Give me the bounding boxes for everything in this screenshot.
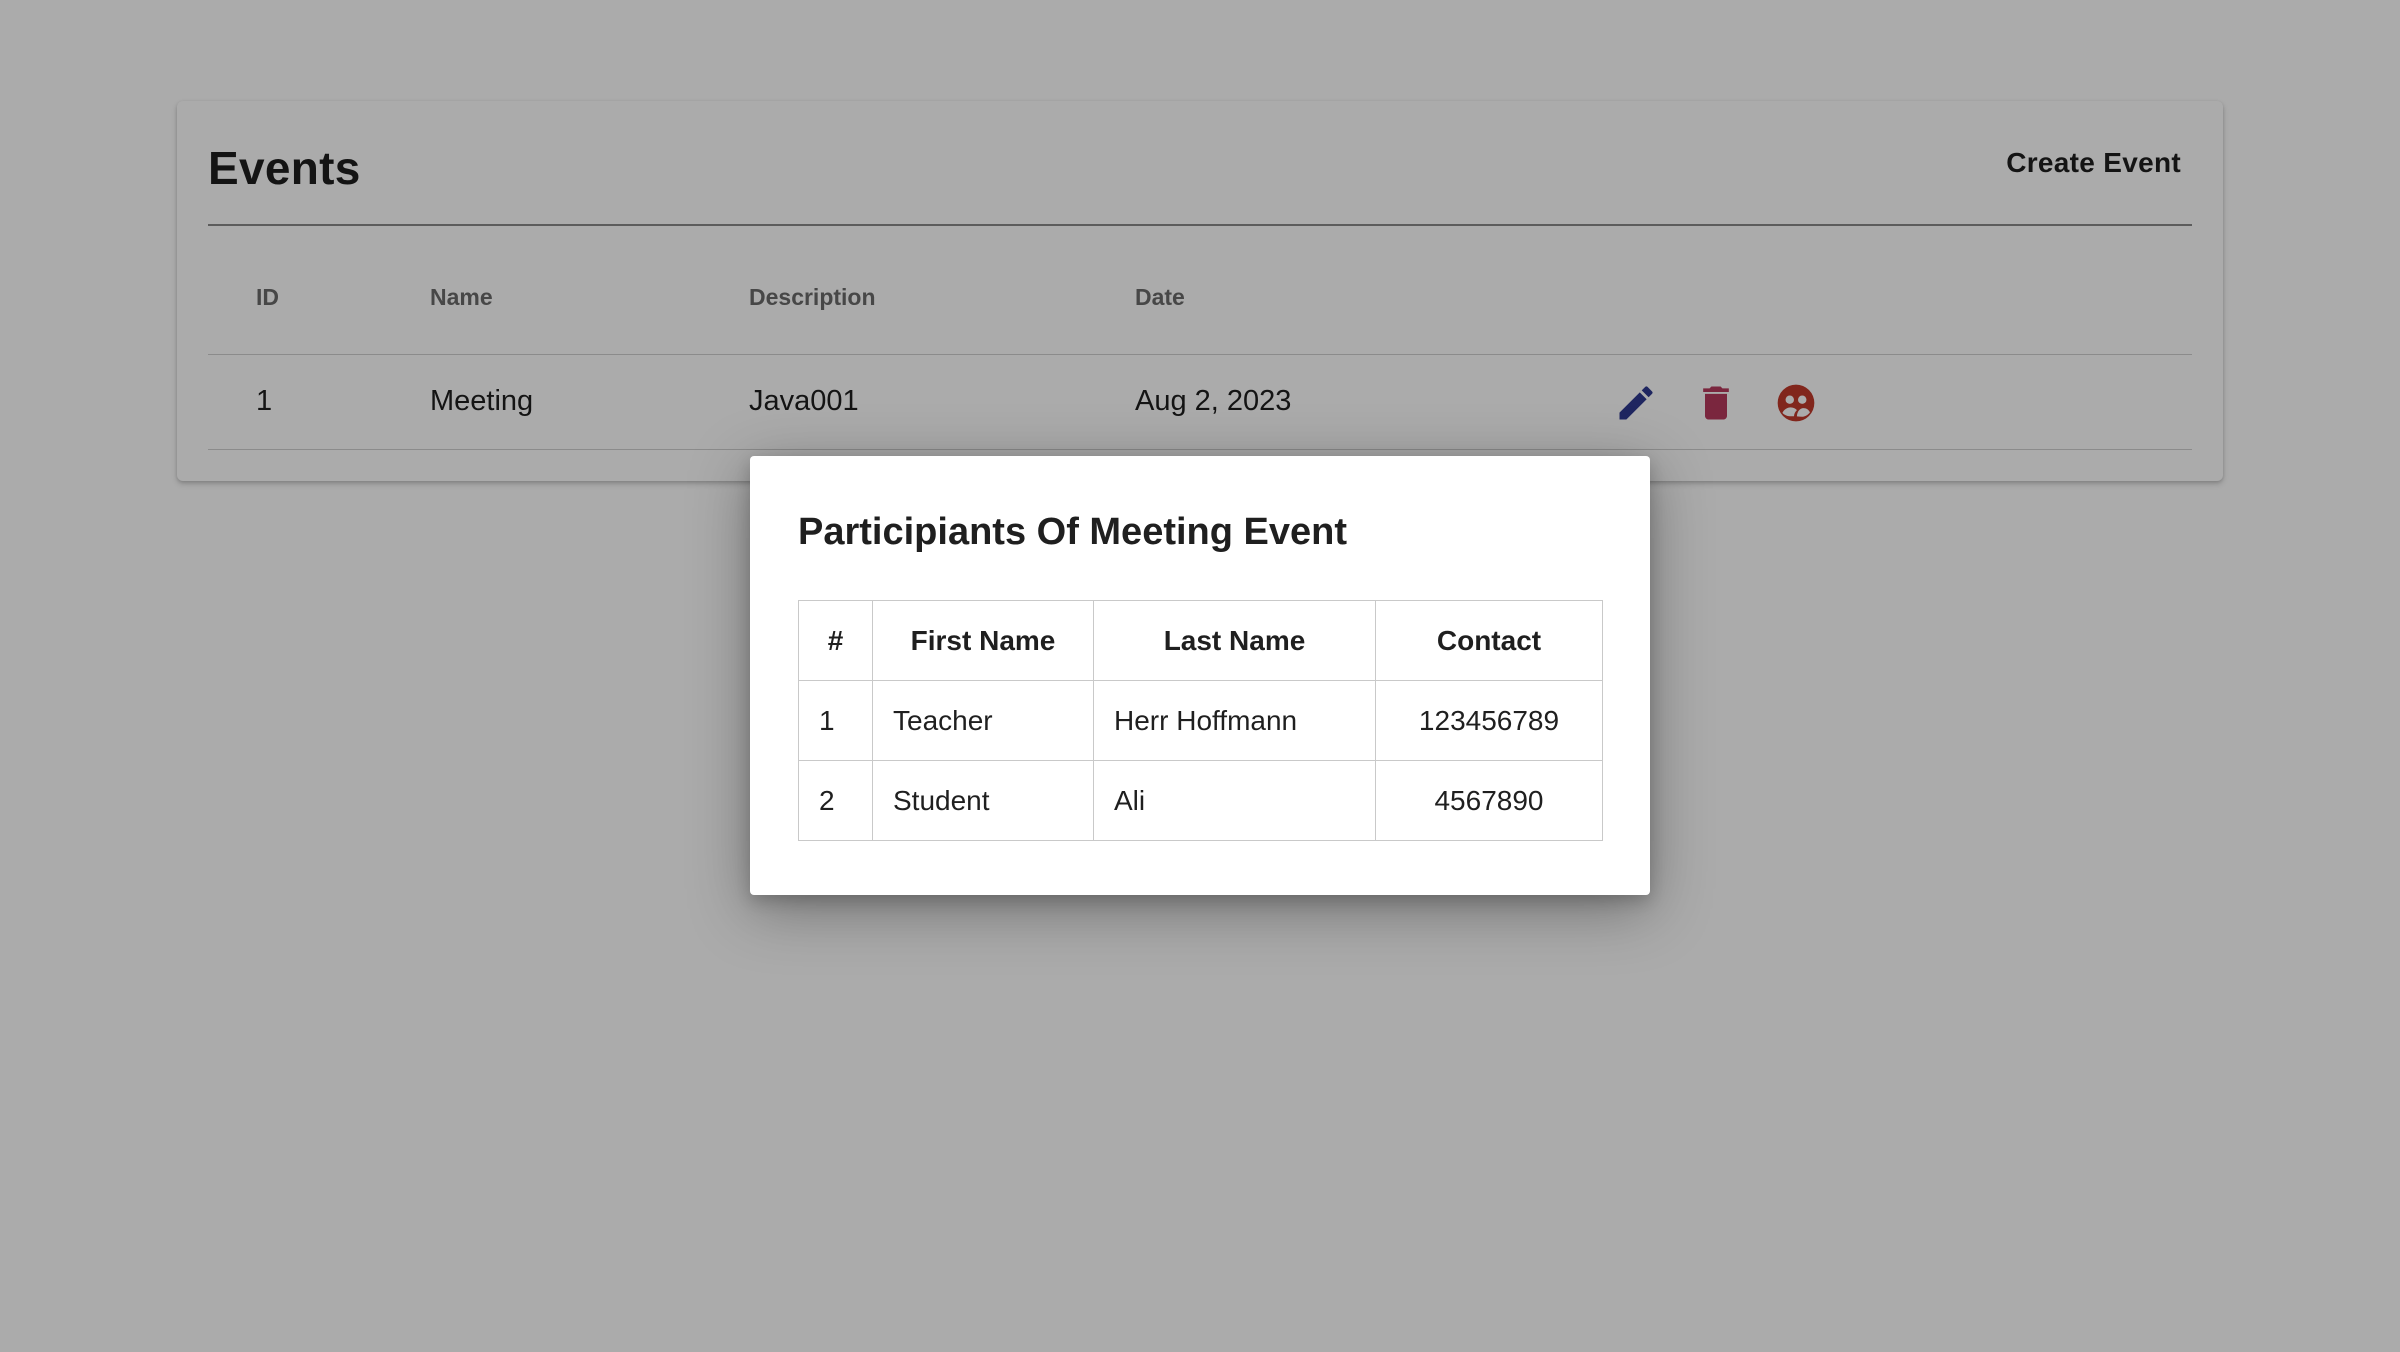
column-header-first-name: First Name: [872, 600, 1094, 681]
cell-number: 2: [798, 760, 873, 841]
column-header-last-name: Last Name: [1093, 600, 1376, 681]
cell-contact: 123456789: [1375, 680, 1603, 761]
participants-header-row: # First Name Last Name Contact: [798, 600, 1603, 681]
participants-table: # First Name Last Name Contact 1 Teacher…: [798, 600, 1603, 841]
table-row: 2 Student Ali 4567890: [798, 760, 1603, 841]
cell-number: 1: [798, 680, 873, 761]
cell-first-name: Student: [872, 760, 1094, 841]
participants-dialog: Participiants Of Meeting Event # First N…: [750, 456, 1650, 895]
cell-last-name: Ali: [1093, 760, 1376, 841]
cell-last-name: Herr Hoffmann: [1093, 680, 1376, 761]
cell-contact: 4567890: [1375, 760, 1603, 841]
dialog-title: Participiants Of Meeting Event: [798, 511, 1347, 553]
column-header-contact: Contact: [1375, 600, 1603, 681]
cell-first-name: Teacher: [872, 680, 1094, 761]
table-row: 1 Teacher Herr Hoffmann 123456789: [798, 680, 1603, 761]
column-header-number: #: [798, 600, 873, 681]
